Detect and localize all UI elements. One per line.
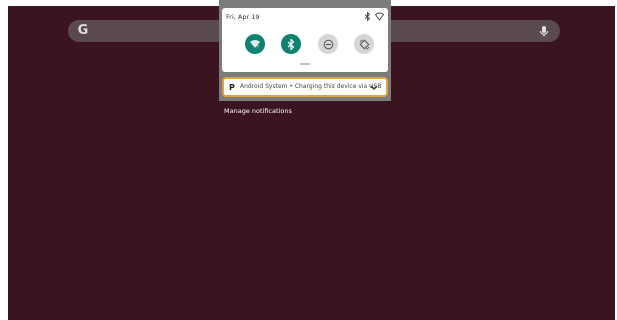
notification-card[interactable]: P Android System • Charging this device … [222,77,388,97]
bluetooth-icon [287,38,295,50]
wifi-icon: ? [250,40,260,50]
auto-rotate-icon [359,38,369,50]
quick-settings-panel: Fri, Apr 19 ? [222,8,388,72]
auto-rotate-tile[interactable] [354,34,374,54]
notification-text: Android System • Charging this device vi… [240,83,382,90]
status-icons [364,12,384,21]
wifi-tile[interactable]: ? [245,34,265,54]
chevron-down-icon[interactable] [370,84,378,91]
bluetooth-icon [364,12,371,21]
wifi-icon [375,12,384,21]
mic-icon[interactable] [536,23,552,39]
date-label: Fri, Apr 19 [226,13,260,21]
app-icon: P [229,83,235,92]
drag-handle[interactable] [300,63,310,65]
google-logo-icon[interactable]: G [74,22,92,40]
do-not-disturb-icon [323,39,333,49]
manage-notifications-button[interactable]: Manage notifications [224,107,292,115]
svg-text:?: ? [257,45,259,50]
do-not-disturb-tile[interactable] [318,34,338,54]
bluetooth-tile[interactable] [281,34,301,54]
